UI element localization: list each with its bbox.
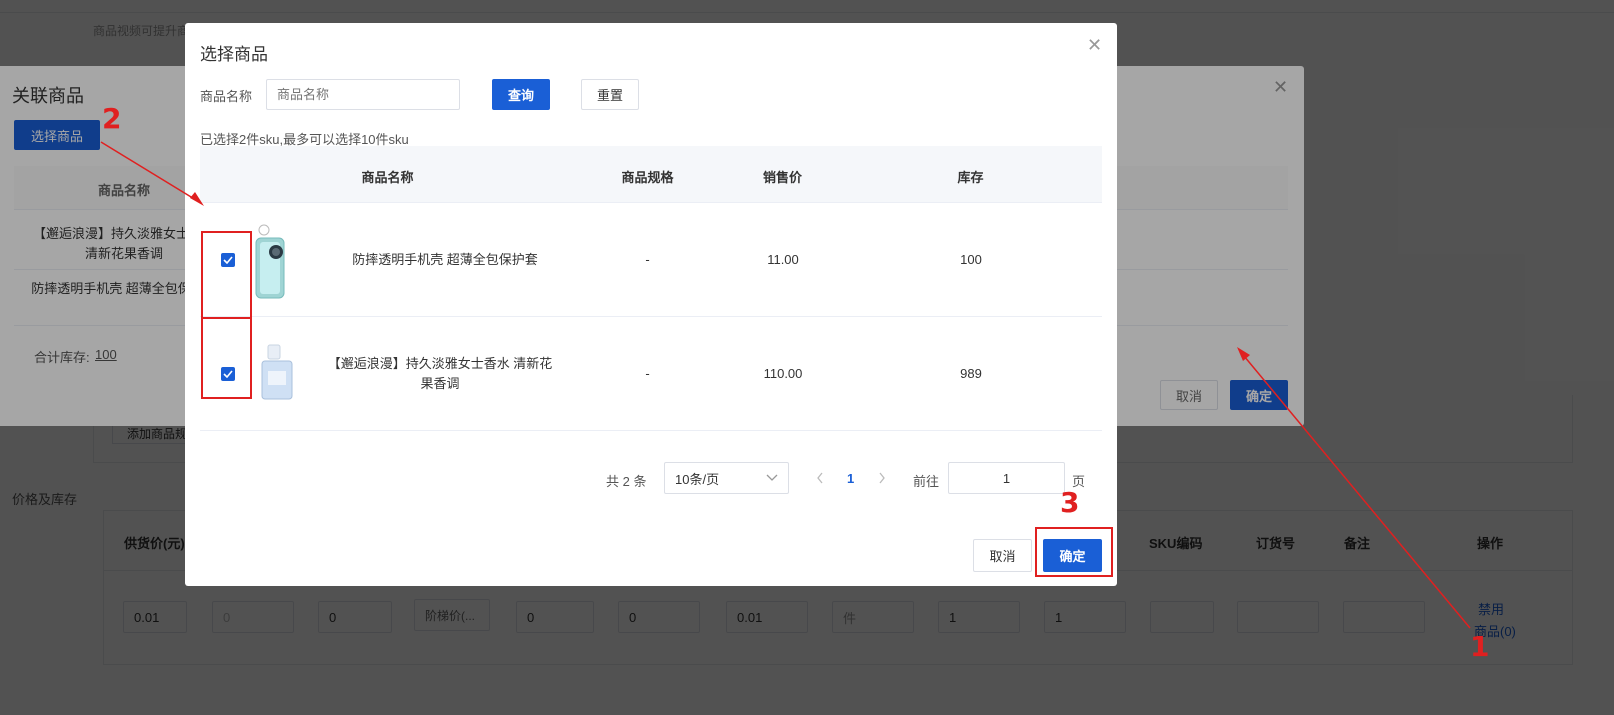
current-page-number[interactable]: 1 [847,471,854,486]
annotation-checkbox-highlight [201,231,252,399]
annotation-divider [201,317,252,319]
col-product-spec: 商品规格 [621,170,674,185]
col-sale-price: 销售价 [762,170,802,185]
page-size-select[interactable]: 10条/页 [664,462,789,494]
sale-price-cell: 11.00 [767,252,799,267]
next-page-icon[interactable] [878,472,886,484]
product-name-cell: 防摔透明手机壳 超薄全包保护套 [352,252,538,267]
chevron-down-icon [766,474,778,481]
annotation-number-3: 3 [1060,486,1080,519]
prev-page-icon[interactable] [816,472,824,484]
product-spec-cell: - [645,252,650,267]
page-size-value: 10条/页 [675,471,720,487]
cancel-button[interactable]: 取消 [973,539,1032,572]
phone-case-thumbnail [252,222,290,302]
select-dialog-title: 选择商品 [200,45,268,64]
reset-button[interactable]: 重置 [581,79,639,110]
annotation-number-1: 1 [1470,630,1490,663]
sale-price-cell: 110.00 [763,366,803,381]
product-spec-cell: - [645,366,650,381]
annotation-confirm-highlight [1035,527,1113,577]
col-stock: 库存 [957,170,984,185]
goto-label: 前往 [913,474,940,489]
col-product-name: 商品名称 [361,170,414,185]
search-name-input[interactable] [266,79,460,110]
annotation-number-2: 2 [102,102,122,135]
select-products-dialog: 选择商品 ✕ 商品名称 查询 重置 已选择2件sku,最多可以选择10件sku … [185,23,1117,586]
product-name-cell: 【邂逅浪漫】持久淡雅女士香水 清新花果香调 [327,356,553,391]
select-dialog-close-icon[interactable]: ✕ [1087,36,1102,54]
stock-cell: 100 [960,252,982,267]
query-button[interactable]: 查询 [492,79,550,110]
pagination-total: 共 2 条 [606,474,647,489]
search-name-label: 商品名称 [200,89,253,104]
goto-page-input[interactable]: 1 [948,462,1065,494]
perfume-thumbnail [258,343,296,403]
stock-cell: 989 [960,366,982,381]
